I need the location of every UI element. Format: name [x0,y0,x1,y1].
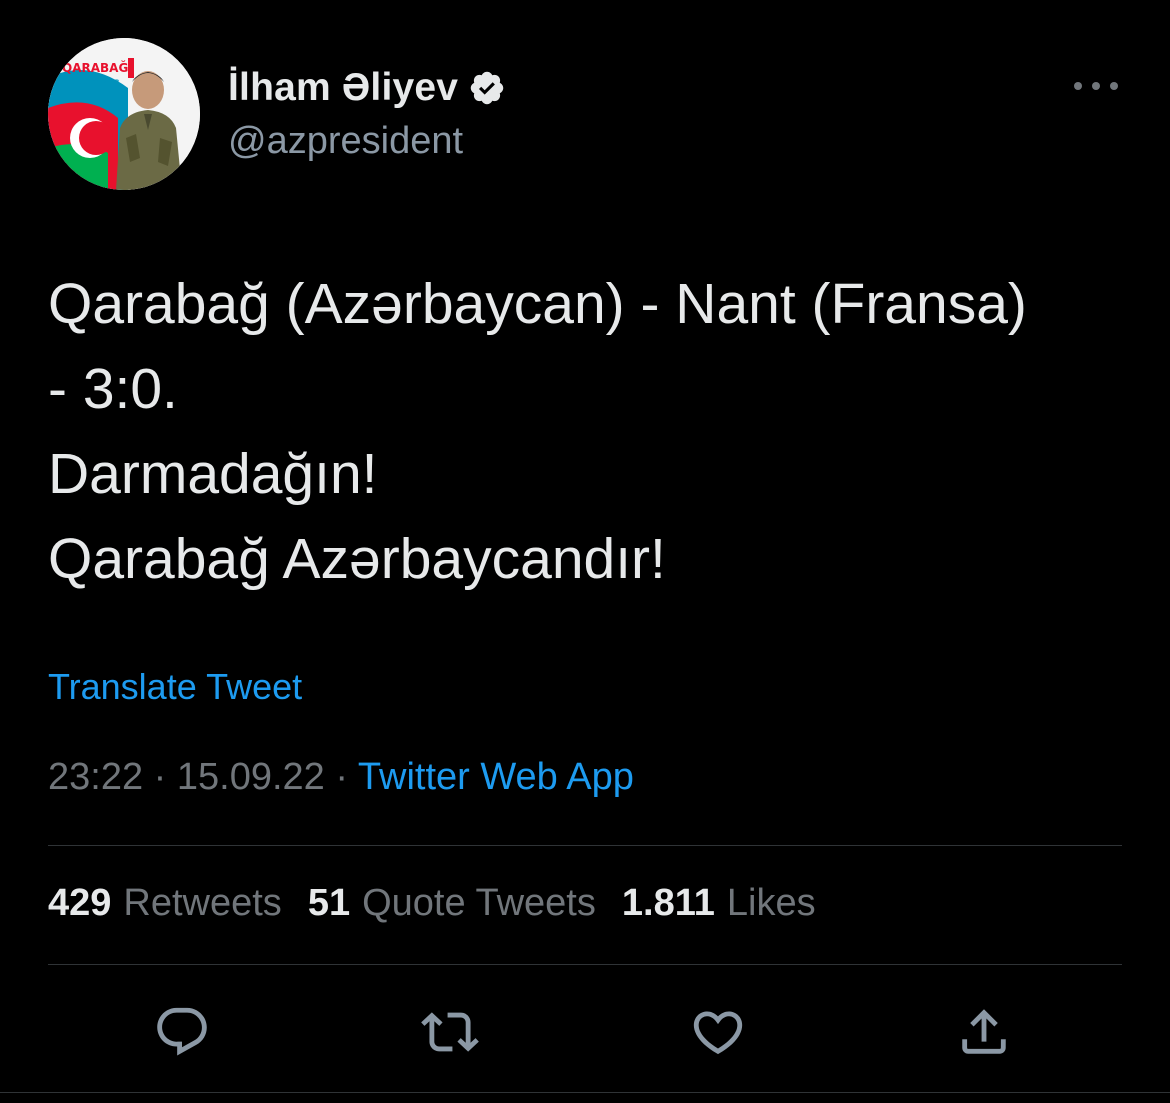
more-dot-icon [1074,82,1082,90]
reply-icon [157,1007,207,1056]
likes-count: 1.811 [621,882,715,924]
author-info: İlham Əliyev @azpresident [228,62,506,163]
avatar-image: QARABAĞ AZƏRBAYCANDIR [48,38,200,190]
quote-tweets-label: Quote Tweets [362,882,596,924]
likes-label: Likes [726,882,816,924]
share-icon [962,1009,1006,1054]
tweet-text-line: Qarabağ (Azərbaycan) - Nant (Fransa) [48,272,1027,336]
avatar-text-2: AZƏRBAYCANDIR [62,79,120,86]
retweet-icon [421,1012,479,1052]
like-icon [693,1011,743,1055]
likes-stat[interactable]: 1.811 Likes [622,882,816,925]
retweets-count: 429 [48,882,112,924]
action-bar [0,996,1170,1068]
reply-button[interactable] [150,996,214,1068]
tweet-text-line: - 3:0. [48,357,178,421]
tweet-text: Qarabağ (Azərbaycan) - Nant (Fransa) - 3… [48,262,1138,602]
verified-badge-icon [470,71,504,105]
retweets-label: Retweets [123,882,282,924]
divider [0,1092,1170,1093]
divider [48,964,1122,965]
tweet-source-link[interactable]: Twitter Web App [358,756,634,798]
divider [48,845,1122,846]
share-button[interactable] [952,996,1016,1068]
tweet-time[interactable]: 23:22 [48,756,143,798]
quote-tweets-stat[interactable]: 51 Quote Tweets [308,882,596,925]
tweet-stats: 429 Retweets 51 Quote Tweets 1.811 Likes [48,882,842,925]
meta-separator: · [153,756,167,798]
tweet-meta: 23:22 · 15.09.22 · Twitter Web App [48,756,634,799]
tweet-detail: QARABAĞ AZƏRBAYCANDIR İlham Əliyev @azpr… [0,0,1170,1103]
tweet-text-line: Darmadağın! [48,442,378,506]
tweet-date[interactable]: 15.09.22 [177,756,325,798]
display-name-row: İlham Əliyev [228,62,506,114]
retweet-button[interactable] [418,996,482,1068]
like-button[interactable] [686,996,750,1068]
more-options-button[interactable] [1074,74,1118,98]
meta-separator: · [335,756,349,798]
tweet-text-line: Qarabağ Azərbaycandır! [48,527,666,591]
avatar-text-1: QARABAĞ [62,60,128,75]
retweets-stat[interactable]: 429 Retweets [48,882,282,925]
display-name[interactable]: İlham Əliyev [228,66,458,110]
more-dot-icon [1110,82,1118,90]
avatar[interactable]: QARABAĞ AZƏRBAYCANDIR [48,38,200,190]
handle[interactable]: @azpresident [228,120,506,163]
quote-tweets-count: 51 [307,882,351,924]
more-dot-icon [1092,82,1100,90]
translate-tweet-link[interactable]: Translate Tweet [48,666,302,708]
